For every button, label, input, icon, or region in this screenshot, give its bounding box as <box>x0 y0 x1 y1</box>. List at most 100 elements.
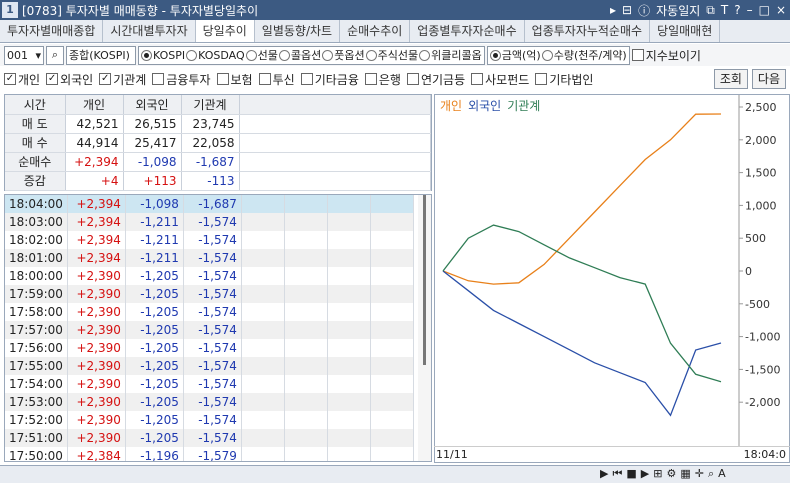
minimize-icon[interactable]: ⊟ <box>622 3 632 17</box>
tab-bar: 투자자별매매종합 시간대별투자자 당일추이 일별동향/차트 순매수추이 업종별투자자순매수… <box>0 20 790 43</box>
table-row[interactable]: 17:52:00 +2,390 -1,205 -1,574 <box>5 411 415 429</box>
summary-cell: -1,687 <box>181 152 240 172</box>
table-row[interactable]: 18:01:00 +2,394 -1,211 -1,574 <box>5 249 415 267</box>
table-row[interactable]: 17:59:00 +2,390 -1,205 -1,574 <box>5 285 415 303</box>
market-radio-0[interactable]: KOSPI <box>141 49 185 62</box>
row-empty <box>284 393 328 411</box>
tab-0[interactable]: 투자자별매매종합 <box>0 20 104 42</box>
forward-icon[interactable]: ▶ <box>641 467 649 481</box>
market-radio-2[interactable]: 선물 <box>245 47 278 63</box>
row-time: 17:52:00 <box>5 411 68 429</box>
table-row[interactable]: 17:56:00 +2,390 -1,205 -1,574 <box>5 339 415 357</box>
table-row[interactable]: 18:03:00 +2,394 -1,211 -1,574 <box>5 213 415 231</box>
index-checkbox[interactable]: 지수보이기 <box>631 47 701 64</box>
next-button[interactable]: 다음 <box>751 69 786 89</box>
summary-cell: 25,417 <box>123 133 182 153</box>
tab-3[interactable]: 일별동향/차트 <box>254 20 341 42</box>
help-icon[interactable]: ? <box>734 3 740 17</box>
table-row[interactable]: 17:55:00 +2,390 -1,205 -1,574 <box>5 357 415 375</box>
scroll-right-icon[interactable]: ▶ <box>600 467 608 481</box>
market-radio-3[interactable]: 콜옵션 <box>278 47 321 63</box>
y-tick-label: 2,000 <box>745 134 777 147</box>
grid-icon[interactable]: ▦ <box>680 467 690 481</box>
row-cell: -1,205 <box>125 267 184 285</box>
row-cell: -1,574 <box>183 213 242 231</box>
filter-checkbox-6[interactable]: 기타금융 <box>300 71 359 88</box>
tab-1[interactable]: 시간대별투자자 <box>103 20 196 42</box>
row-empty <box>327 285 371 303</box>
stop-icon[interactable]: ■ <box>626 467 636 481</box>
row-empty <box>370 249 415 267</box>
scrollbar[interactable] <box>418 195 431 461</box>
query-button[interactable]: 조회 <box>713 69 748 89</box>
market-radio-4[interactable]: 풋옵션 <box>322 47 365 63</box>
search-icon[interactable]: ⌕ <box>46 45 64 65</box>
tab-2[interactable]: 당일추이 <box>195 20 255 42</box>
table-row[interactable]: 17:58:00 +2,390 -1,205 -1,574 <box>5 303 415 321</box>
tab-5[interactable]: 업종별투자자순매수 <box>410 20 525 42</box>
checkbox-icon: ✓ <box>4 73 16 85</box>
filter-checkbox-7[interactable]: 은행 <box>364 71 401 88</box>
unit-radio-1[interactable]: 수량(천주/계약) <box>541 47 627 63</box>
zoom-icon[interactable]: ⊞ <box>653 467 662 481</box>
row-cell: -1,574 <box>183 411 242 429</box>
table-row[interactable]: 17:50:00 +2,384 -1,196 -1,579 <box>5 447 415 461</box>
min-icon[interactable]: – <box>747 3 753 17</box>
magnify-icon[interactable]: ⌕ <box>708 467 714 481</box>
unit-radio-0[interactable]: 금액(억) <box>489 47 541 63</box>
tab-6[interactable]: 업종투자자누적순매수 <box>524 20 651 42</box>
row-cell: -1,574 <box>183 285 242 303</box>
summary-spacer <box>239 133 431 153</box>
table-row[interactable]: 18:00:00 +2,390 -1,205 -1,574 <box>5 267 415 285</box>
scroll-thumb[interactable] <box>423 195 426 365</box>
row-cell: -1,211 <box>125 249 184 267</box>
market-radio-1[interactable]: KOSDAQ <box>186 49 245 62</box>
filter-bar: ✓ 개인 ✓ 외국인 ✓ 기관계 금융투자 보험 투신 기타금융 은행 연기금등 사모펀드 기타법인 조회… <box>0 68 790 90</box>
summary-row-label: 순매수 <box>5 152 66 172</box>
filter-checkbox-10[interactable]: 기타법인 <box>535 71 593 88</box>
radio-label: 선물 <box>257 49 278 62</box>
filter-checkbox-9[interactable]: 사모펀드 <box>471 71 529 88</box>
crosshair-icon[interactable]: ✛ <box>695 467 704 481</box>
filter-checkbox-5[interactable]: 투신 <box>258 71 295 88</box>
row-time: 17:53:00 <box>5 393 68 411</box>
table-row[interactable]: 17:53:00 +2,390 -1,205 -1,574 <box>5 393 415 411</box>
market-field[interactable]: 종합(KOSPI) <box>66 45 136 65</box>
settings-icon[interactable]: ⚙ <box>666 467 676 481</box>
row-cell: -1,205 <box>125 339 184 357</box>
max-icon[interactable]: □ <box>759 3 770 17</box>
filter-checkbox-3[interactable]: 금융투자 <box>152 71 211 88</box>
tab-7[interactable]: 당일매매현 <box>650 20 721 42</box>
play-icon[interactable]: ▸ <box>610 3 616 17</box>
auto-label[interactable]: 자동일지 <box>656 2 700 19</box>
filter-checkbox-2[interactable]: ✓ 기관계 <box>99 71 146 88</box>
tab-4[interactable]: 순매수추이 <box>340 20 411 42</box>
close-icon[interactable]: × <box>776 3 786 17</box>
code-combo[interactable]: 001 ▾ <box>4 45 44 65</box>
rewind-icon[interactable]: ⏮ <box>612 467 622 481</box>
filter-checkbox-1[interactable]: ✓ 외국인 <box>46 71 93 88</box>
filter-checkbox-8[interactable]: 연기금등 <box>406 71 465 88</box>
table-row[interactable]: 18:04:00 +2,394 -1,098 -1,687 <box>5 195 415 213</box>
summary-spacer <box>239 95 431 115</box>
table-row[interactable]: 17:54:00 +2,390 -1,205 -1,574 <box>5 375 415 393</box>
index-label: 지수보이기 <box>645 48 701 63</box>
market-radio-5[interactable]: 주식선물 <box>365 47 418 63</box>
table-row[interactable]: 17:51:00 +2,390 -1,205 -1,574 <box>5 429 415 447</box>
radio-icon <box>419 49 431 61</box>
row-empty <box>370 375 415 393</box>
filter-checkbox-4[interactable]: 보험 <box>216 71 253 88</box>
row-cell: +2,390 <box>67 303 126 321</box>
table-row[interactable]: 17:57:00 +2,390 -1,205 -1,574 <box>5 321 415 339</box>
layout-icon[interactable]: ⧉ <box>706 3 715 18</box>
filter-checkbox-0[interactable]: ✓ 개인 <box>4 71 40 88</box>
market-radio-6[interactable]: 위클리콜옵 <box>419 47 482 63</box>
tool-icon[interactable]: T <box>721 3 728 17</box>
row-empty <box>284 195 328 213</box>
info-icon[interactable]: ⓘ <box>638 2 650 19</box>
row-cell: +2,390 <box>67 339 126 357</box>
row-cell: +2,390 <box>67 267 126 285</box>
table-row[interactable]: 18:02:00 +2,394 -1,211 -1,574 <box>5 231 415 249</box>
time-grid[interactable]: 18:04:00 +2,394 -1,098 -1,687 18:03:00 +2,394… <box>4 194 432 462</box>
font-icon[interactable]: A <box>718 467 726 481</box>
